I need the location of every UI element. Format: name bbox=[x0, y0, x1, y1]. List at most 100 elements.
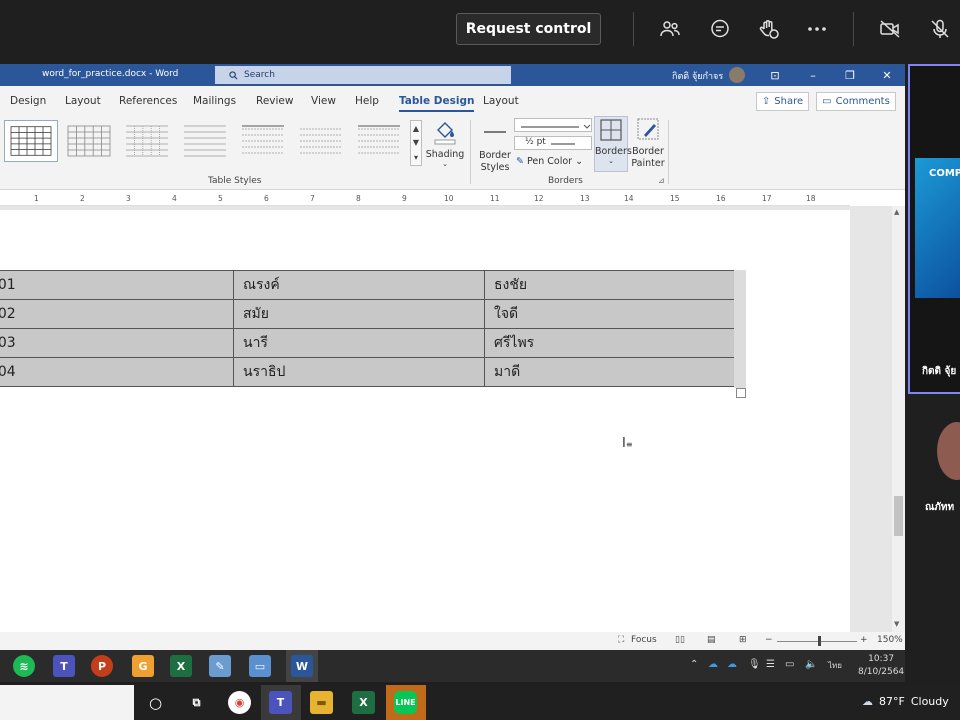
chevron-up-icon[interactable]: ⌃ bbox=[690, 659, 698, 670]
tab-table-layout[interactable]: Layout bbox=[483, 95, 519, 107]
excel-icon[interactable]: X bbox=[352, 691, 375, 714]
dialog-launcher-icon[interactable]: ⊿ bbox=[658, 176, 665, 185]
cortana-icon[interactable]: ○ bbox=[144, 691, 167, 714]
table-cell[interactable]: สมัย bbox=[233, 299, 485, 329]
data-table[interactable]: 2001 ณรงค์ ธงชัย 2002 สมัย ใจดี 2003 นาร… bbox=[0, 270, 736, 387]
task-view-icon[interactable]: ⧉ bbox=[185, 691, 208, 714]
tab-table-design[interactable]: Table Design bbox=[399, 95, 475, 112]
ribbon-display-options-icon[interactable]: ⊡ bbox=[766, 67, 784, 83]
clock[interactable]: 10:37 8/10/2564 bbox=[858, 653, 904, 679]
sticky-app-icon[interactable]: G bbox=[132, 655, 154, 677]
document-page[interactable]: 2001 ณรงค์ ธงชัย 2002 สมัย ใจดี 2003 นาร… bbox=[0, 210, 850, 632]
pen-style-dropdown[interactable] bbox=[514, 118, 592, 132]
table-style-option[interactable] bbox=[120, 120, 174, 162]
spotify-icon[interactable]: ≋ bbox=[13, 655, 35, 677]
network-icon[interactable]: ☰ bbox=[766, 659, 775, 670]
chevron-up-icon[interactable]: ▲ bbox=[413, 124, 419, 133]
file-explorer-icon[interactable]: ▬ bbox=[310, 691, 333, 714]
table-cell[interactable]: ธงชัย bbox=[484, 270, 736, 300]
table-cell[interactable]: 2003 bbox=[0, 328, 234, 358]
scroll-down-icon[interactable]: ▼ bbox=[894, 620, 899, 628]
table-style-option[interactable] bbox=[178, 120, 232, 162]
table-resize-handle[interactable] bbox=[736, 388, 746, 398]
tab-design[interactable]: Design bbox=[10, 95, 46, 107]
table-style-option[interactable] bbox=[62, 120, 116, 162]
raise-hand-icon[interactable] bbox=[756, 16, 782, 42]
volume-icon[interactable]: 🔈 bbox=[805, 659, 817, 670]
restore-icon[interactable]: ❐ bbox=[841, 67, 859, 83]
table-cell[interactable]: ใจดี bbox=[484, 299, 736, 329]
table-cell[interactable]: นราธิป bbox=[233, 357, 485, 387]
tab-review[interactable]: Review bbox=[256, 95, 293, 107]
table-style-option[interactable] bbox=[352, 120, 406, 162]
chat-icon[interactable] bbox=[707, 16, 733, 42]
table-styles-scroll[interactable]: ▲ ▼ ▾ bbox=[410, 120, 422, 166]
onedrive-icon[interactable]: ☁ bbox=[727, 659, 737, 670]
table-cell[interactable]: ณรงค์ bbox=[233, 270, 485, 300]
teams-icon[interactable]: T bbox=[269, 691, 292, 714]
more-icon[interactable] bbox=[804, 16, 830, 42]
borders-button[interactable]: Borders ⌄ bbox=[594, 116, 632, 172]
table-cell[interactable]: นารี bbox=[233, 328, 485, 358]
scroll-up-icon[interactable]: ▲ bbox=[894, 208, 899, 216]
search-box[interactable]: Search bbox=[215, 66, 511, 84]
excel-icon[interactable]: X bbox=[170, 655, 192, 677]
request-control-button[interactable]: Request control bbox=[456, 13, 601, 45]
teams-icon[interactable]: T bbox=[53, 655, 75, 677]
participant-avatar[interactable] bbox=[937, 422, 960, 480]
table-cell[interactable]: 2004 bbox=[0, 357, 234, 387]
border-painter-button[interactable]: Border Painter bbox=[630, 116, 666, 172]
minimize-icon[interactable]: – bbox=[804, 67, 822, 83]
presenter-tile[interactable]: COMPU กิตติ จุ้ย bbox=[908, 64, 960, 394]
word-icon[interactable]: W bbox=[291, 655, 313, 677]
language-indicator[interactable]: ไทย bbox=[828, 659, 842, 672]
microphone-icon[interactable]: 🎙 bbox=[748, 659, 761, 670]
web-layout-icon[interactable]: ⊞ bbox=[739, 635, 747, 645]
zoom-in-icon[interactable]: + bbox=[860, 635, 868, 645]
share-button[interactable]: ⇪ Share bbox=[756, 92, 809, 111]
table-style-grid-selected[interactable] bbox=[4, 120, 58, 162]
zoom-out-icon[interactable]: − bbox=[765, 635, 773, 645]
print-layout-icon[interactable]: ▤ bbox=[707, 635, 716, 645]
tab-view[interactable]: View bbox=[311, 95, 336, 107]
pen-color-button[interactable]: ✎ Pen Color ⌄ bbox=[516, 156, 583, 167]
horizontal-ruler[interactable]: 1 2 3 4 5 6 7 8 9 10 11 12 13 14 15 16 1… bbox=[0, 192, 850, 206]
zoom-slider-knob[interactable] bbox=[818, 636, 821, 646]
table-cell[interactable]: 2002 bbox=[0, 299, 234, 329]
powerpoint-icon[interactable]: P bbox=[91, 655, 113, 677]
comments-button[interactable]: ▭ Comments bbox=[816, 92, 896, 111]
tab-references[interactable]: References bbox=[119, 95, 177, 107]
pen-weight-dropdown[interactable]: ½ pt bbox=[514, 136, 592, 150]
people-icon[interactable] bbox=[657, 16, 683, 42]
mic-off-icon[interactable] bbox=[927, 16, 953, 42]
notes-icon[interactable]: ✎ bbox=[209, 655, 231, 677]
border-styles-button[interactable]: Border Styles bbox=[476, 118, 514, 174]
scrollbar-thumb[interactable] bbox=[894, 496, 903, 536]
user-avatar[interactable] bbox=[729, 67, 745, 83]
chrome-icon[interactable]: ◉ bbox=[228, 691, 251, 714]
table-cell[interactable]: มาดี bbox=[484, 357, 736, 387]
table-style-option[interactable] bbox=[294, 120, 348, 162]
focus-icon[interactable]: ⛶ bbox=[618, 635, 624, 645]
table-cell[interactable]: ศรีไพร bbox=[484, 328, 736, 358]
table-cell[interactable]: 2001 bbox=[0, 270, 234, 300]
tab-help[interactable]: Help bbox=[355, 95, 379, 107]
focus-label[interactable]: Focus bbox=[631, 635, 657, 645]
zoom-level[interactable]: 150% bbox=[877, 635, 903, 645]
taskbar-search-box[interactable] bbox=[0, 685, 134, 720]
table-style-option[interactable] bbox=[236, 120, 290, 162]
chevron-down-icon[interactable]: ▼ bbox=[413, 138, 419, 147]
close-icon[interactable]: ✕ bbox=[878, 67, 896, 83]
onedrive-icon[interactable]: ☁ bbox=[708, 659, 718, 670]
zoom-slider[interactable] bbox=[777, 641, 857, 642]
weather-widget[interactable]: ☁ 87°F Cloudy bbox=[862, 695, 949, 708]
tab-layout[interactable]: Layout bbox=[65, 95, 101, 107]
more-styles-icon[interactable]: ▾ bbox=[414, 153, 418, 162]
tab-mailings[interactable]: Mailings bbox=[193, 95, 236, 107]
camera-off-icon[interactable] bbox=[877, 16, 903, 42]
battery-icon[interactable]: ▭ bbox=[785, 659, 794, 670]
shading-button[interactable]: Shading ⌄ bbox=[424, 116, 466, 172]
read-mode-icon[interactable]: ▯▯ bbox=[675, 635, 685, 645]
line-icon[interactable]: LINE bbox=[394, 691, 417, 714]
remote-desktop-icon[interactable]: ▭ bbox=[249, 655, 271, 677]
